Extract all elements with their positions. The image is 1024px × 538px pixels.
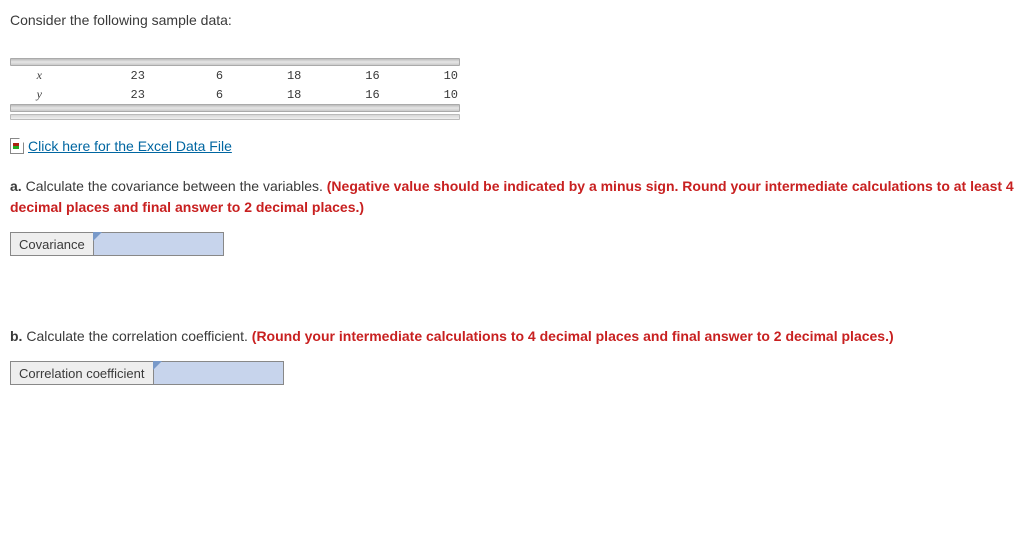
cell-y-1: 6 xyxy=(147,85,225,104)
answer-a-input-cell xyxy=(93,233,223,256)
question-a-label: a. xyxy=(10,178,22,194)
answer-b-label: Correlation coefficient xyxy=(11,362,154,385)
question-b-hint: (Round your intermediate calculations to… xyxy=(252,328,894,344)
question-a-text: Calculate the covariance between the var… xyxy=(26,178,323,194)
covariance-input[interactable] xyxy=(94,233,223,255)
answer-a-table: Covariance xyxy=(10,232,224,256)
intro-text: Consider the following sample data: xyxy=(10,12,1014,28)
table-thin-bar xyxy=(10,114,460,120)
answer-a-row: Covariance xyxy=(10,232,1014,256)
cell-x-2: 18 xyxy=(225,66,303,85)
data-table: x 23 6 18 16 10 y 23 6 18 16 10 xyxy=(10,66,460,104)
excel-file-icon xyxy=(10,138,24,154)
table-row: y 23 6 18 16 10 xyxy=(10,85,460,104)
answer-a-label: Covariance xyxy=(11,233,94,256)
cell-y-4: 10 xyxy=(382,85,460,104)
cell-x-3: 16 xyxy=(303,66,381,85)
cell-y-2: 18 xyxy=(225,85,303,104)
question-b-label: b. xyxy=(10,328,22,344)
question-a: a. Calculate the covariance between the … xyxy=(10,176,1014,218)
cell-y-0: 23 xyxy=(69,85,147,104)
cell-x-1: 6 xyxy=(147,66,225,85)
question-b: b. Calculate the correlation coefficient… xyxy=(10,326,1014,347)
answer-b-row: Correlation coefficient xyxy=(10,361,1014,385)
question-b-text: Calculate the correlation coefficient. xyxy=(26,328,248,344)
cell-y-3: 16 xyxy=(303,85,381,104)
answer-b-table: Correlation coefficient xyxy=(10,361,284,385)
excel-download-link[interactable]: Click here for the Excel Data File xyxy=(28,138,232,154)
answer-b-input-cell xyxy=(153,362,283,385)
table-bottom-bar xyxy=(10,104,460,112)
cell-x-4: 10 xyxy=(382,66,460,85)
table-row: x 23 6 18 16 10 xyxy=(10,66,460,85)
row-y-label: y xyxy=(10,85,69,104)
cell-x-0: 23 xyxy=(69,66,147,85)
data-table-section: x 23 6 18 16 10 y 23 6 18 16 10 xyxy=(10,58,460,120)
excel-link-row: Click here for the Excel Data File xyxy=(10,138,1014,154)
table-top-bar xyxy=(10,58,460,66)
correlation-input[interactable] xyxy=(154,362,283,384)
row-x-label: x xyxy=(10,66,69,85)
